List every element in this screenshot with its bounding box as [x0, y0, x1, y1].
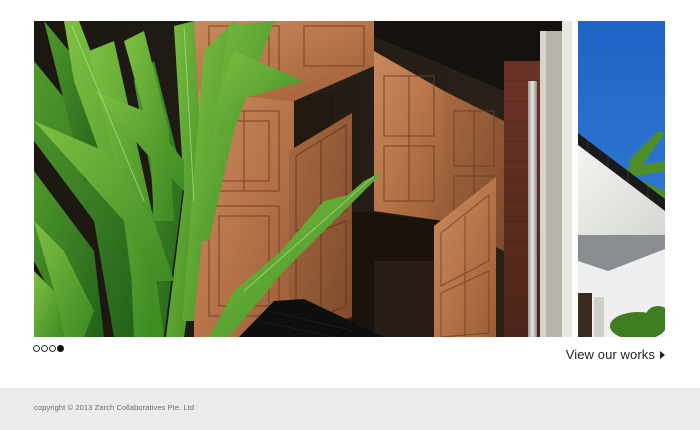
pager-dot-4-active[interactable] [57, 345, 64, 352]
slideshow-pager [33, 345, 64, 353]
view-our-works-label: View our works [565, 347, 655, 362]
white-balcony-sky-photo [578, 21, 665, 337]
triangle-right-icon [660, 351, 665, 359]
copyright-text: copyright © 2013 Zarch Collaboratives Pt… [34, 403, 195, 412]
pager-dot-3[interactable] [49, 345, 56, 352]
view-our-works-link[interactable]: View our works [566, 347, 665, 362]
slide-next-photo[interactable] [578, 21, 665, 337]
slide-current-photo[interactable] [34, 21, 572, 337]
page: View our works copyright © 2013 Zarch Co… [0, 0, 700, 430]
project-slideshow[interactable] [34, 21, 665, 337]
footer: copyright © 2013 Zarch Collaboratives Pt… [0, 388, 700, 430]
pager-dot-2[interactable] [41, 345, 48, 352]
pager-dot-1[interactable] [33, 345, 40, 352]
timber-shutter-facade-photo [34, 21, 572, 337]
